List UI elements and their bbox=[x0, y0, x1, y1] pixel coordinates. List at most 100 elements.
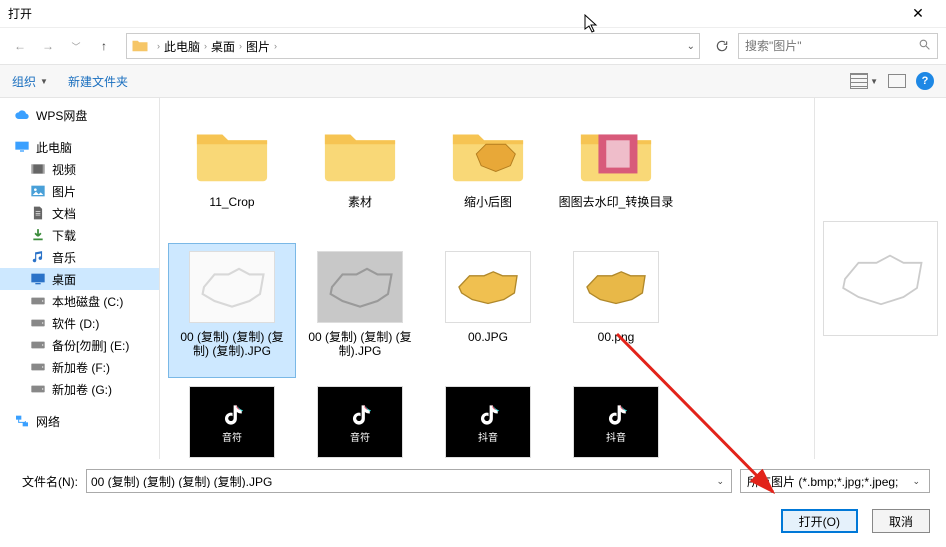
refresh-icon bbox=[715, 39, 729, 53]
breadcrumb-seg[interactable]: 桌面› bbox=[211, 38, 246, 55]
file-item[interactable]: 抖音 bbox=[552, 378, 680, 459]
file-thumbnail: 音符 bbox=[187, 383, 277, 459]
file-label: 图图去水印_转换目录 bbox=[559, 195, 674, 209]
sidebar-item[interactable]: 视频 bbox=[0, 158, 159, 180]
filename-combo[interactable]: ⌄ bbox=[86, 469, 732, 493]
sidebar-item[interactable]: 新加卷 (F:) bbox=[0, 356, 159, 378]
view-icon bbox=[850, 73, 868, 89]
file-label: 00 (复制) (复制) (复制).JPG bbox=[301, 330, 419, 358]
sidebar-item[interactable]: 新加卷 (G:) bbox=[0, 378, 159, 400]
filter-text: 所有图片 (*.bmp;*.jpg;*.jpeg; bbox=[747, 473, 909, 490]
sidebar-item-label: 视频 bbox=[52, 161, 76, 178]
sidebar-item-label: 网络 bbox=[36, 413, 60, 430]
sidebar-item[interactable]: 文档 bbox=[0, 202, 159, 224]
file-item[interactable]: 图图去水印_转换目录 bbox=[552, 108, 680, 243]
sidebar-item[interactable]: 此电脑 bbox=[0, 136, 159, 158]
sidebar-item-label: 下载 bbox=[52, 227, 76, 244]
file-item[interactable]: 音符0 (复制) (复制) (复制).jpg bbox=[168, 378, 296, 459]
chevron-down-icon[interactable]: ⌄ bbox=[713, 476, 727, 487]
organize-menu[interactable]: 组织 ▼ bbox=[12, 73, 48, 90]
file-label: 素材 bbox=[348, 195, 372, 209]
file-item[interactable]: 抖音 bbox=[424, 378, 552, 459]
window-title: 打开 bbox=[8, 5, 898, 22]
file-label: 00 (复制) (复制) (复制) (复制).JPG bbox=[173, 330, 291, 358]
sidebar-item[interactable]: 下载 bbox=[0, 224, 159, 246]
help-button[interactable]: ? bbox=[916, 72, 934, 90]
search-icon[interactable] bbox=[918, 38, 931, 54]
sidebar-item[interactable]: 软件 (D:) bbox=[0, 312, 159, 334]
view-options[interactable]: ▼ bbox=[850, 73, 878, 89]
file-item[interactable]: 素材 bbox=[296, 108, 424, 243]
sidebar-item-label: 本地磁盘 (C:) bbox=[52, 293, 123, 310]
refresh-button[interactable] bbox=[710, 34, 734, 58]
drive-icon bbox=[30, 316, 46, 330]
file-item[interactable]: 00 (复制) (复制) (复制) (复制).JPG bbox=[168, 243, 296, 378]
folder-icon bbox=[131, 37, 149, 55]
file-thumbnail bbox=[443, 248, 533, 326]
breadcrumb-seg[interactable]: 此电脑› bbox=[164, 38, 211, 55]
close-button[interactable]: ✕ bbox=[898, 5, 938, 22]
breadcrumb-seg[interactable]: 图片› bbox=[246, 38, 281, 55]
file-item[interactable]: 00.png bbox=[552, 243, 680, 378]
filename-input[interactable] bbox=[91, 474, 713, 488]
file-thumbnail: 抖音 bbox=[443, 383, 533, 459]
nav-forward[interactable]: → bbox=[36, 34, 60, 58]
sidebar-item-label: 文档 bbox=[52, 205, 76, 222]
nav-up[interactable]: ↑ bbox=[92, 34, 116, 58]
breadcrumb[interactable]: › 此电脑› 桌面› 图片› ⌄ bbox=[126, 33, 700, 59]
nav-back[interactable]: ← bbox=[8, 34, 32, 58]
sidebar-item[interactable]: 备份[勿删] (E:) bbox=[0, 334, 159, 356]
chevron-down-icon[interactable]: ⌄ bbox=[687, 41, 695, 52]
doc-icon bbox=[30, 206, 46, 220]
file-item[interactable]: 音符0 (复制) (复制).jpg bbox=[296, 378, 424, 459]
file-grid[interactable]: 11_Crop 素材 缩小后图 图图去水印_转换目录 00 (复制) (复制) (复制)… bbox=[160, 98, 814, 459]
file-label: 00.JPG bbox=[468, 330, 508, 344]
sidebar-item-label: 音乐 bbox=[52, 249, 76, 266]
file-label: 11_Crop bbox=[209, 195, 254, 209]
file-item[interactable]: 缩小后图 bbox=[424, 108, 552, 243]
file-thumbnail bbox=[571, 113, 661, 191]
file-item[interactable]: 11_Crop bbox=[168, 108, 296, 243]
file-thumbnail bbox=[443, 113, 533, 191]
file-thumbnail bbox=[315, 248, 405, 326]
sidebar: WPS网盘此电脑视频图片文档下载音乐桌面本地磁盘 (C:) 软件 (D:) 备份[勿… bbox=[0, 98, 160, 459]
footer: 文件名(N): ⌄ 所有图片 (*.bmp;*.jpg;*.jpeg; ⌄ 打开… bbox=[0, 459, 946, 547]
drive-icon bbox=[30, 294, 46, 308]
sidebar-item-label: 桌面 bbox=[52, 271, 76, 288]
sidebar-item[interactable]: 网络 bbox=[0, 410, 159, 432]
file-item[interactable]: 00 (复制) (复制) (复制).JPG bbox=[296, 243, 424, 378]
cloud-icon bbox=[14, 108, 30, 122]
chevron-down-icon[interactable]: ⌄ bbox=[909, 476, 923, 487]
download-icon bbox=[30, 228, 46, 242]
monitor-icon bbox=[14, 140, 30, 154]
sidebar-item-label: WPS网盘 bbox=[36, 107, 87, 124]
preview-pane-toggle[interactable] bbox=[888, 74, 906, 88]
sidebar-item[interactable]: WPS网盘 bbox=[0, 104, 159, 126]
drive-icon bbox=[30, 338, 46, 352]
file-label: 缩小后图 bbox=[464, 195, 512, 209]
sidebar-item-label: 备份[勿删] (E:) bbox=[52, 337, 129, 354]
nav-recent-dropdown[interactable]: ﹀ bbox=[64, 34, 88, 58]
open-button[interactable]: 打开(O) bbox=[781, 509, 858, 533]
sidebar-item[interactable]: 音乐 bbox=[0, 246, 159, 268]
filetype-filter[interactable]: 所有图片 (*.bmp;*.jpg;*.jpeg; ⌄ bbox=[740, 469, 930, 493]
sidebar-item-label: 新加卷 (G:) bbox=[52, 381, 112, 398]
search-field[interactable] bbox=[745, 39, 918, 53]
file-thumbnail: 抖音 bbox=[571, 383, 661, 459]
main-body: WPS网盘此电脑视频图片文档下载音乐桌面本地磁盘 (C:) 软件 (D:) 备份[勿… bbox=[0, 98, 946, 459]
drive-icon bbox=[30, 382, 46, 396]
film-icon bbox=[30, 162, 46, 176]
sidebar-item[interactable]: 图片 bbox=[0, 180, 159, 202]
cancel-button[interactable]: 取消 bbox=[872, 509, 930, 533]
file-thumbnail bbox=[571, 248, 661, 326]
sidebar-item[interactable]: 本地磁盘 (C:) bbox=[0, 290, 159, 312]
file-thumbnail: 音符 bbox=[315, 383, 405, 459]
preview-pane bbox=[814, 98, 946, 459]
sidebar-item[interactable]: 桌面 bbox=[0, 268, 159, 290]
file-item[interactable]: 00.JPG bbox=[424, 243, 552, 378]
new-folder-button[interactable]: 新建文件夹 bbox=[68, 73, 128, 90]
file-thumbnail bbox=[187, 248, 277, 326]
search-input[interactable] bbox=[738, 33, 938, 59]
file-label: 00.png bbox=[598, 330, 635, 344]
image-icon bbox=[30, 184, 46, 198]
